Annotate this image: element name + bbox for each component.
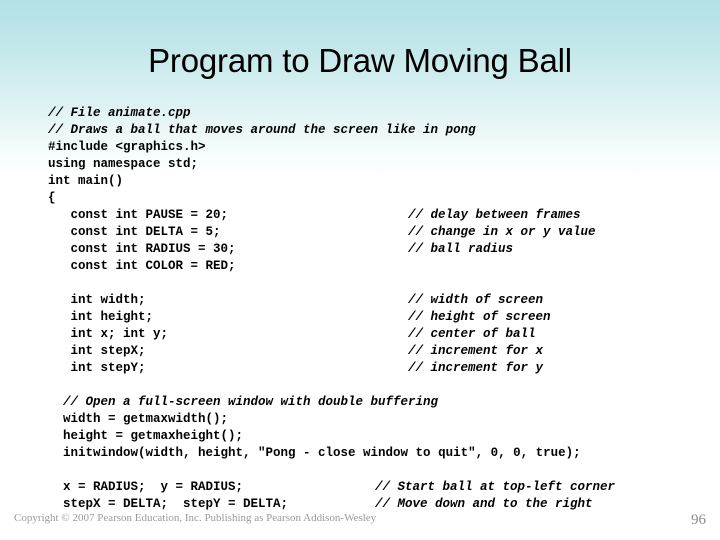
code-inline-comment: // increment for x	[408, 344, 544, 358]
code-source-text: int height;	[48, 310, 154, 324]
code-line: using namespace std;	[48, 156, 708, 173]
code-line: // Draws a ball that moves around the sc…	[48, 122, 708, 139]
code-line: stepX = DELTA; stepY = DELTA; // Move dow…	[48, 496, 708, 513]
code-line: const int COLOR = RED;	[48, 258, 708, 275]
code-source-text: int main()	[48, 174, 124, 188]
slide-footer: Copyright © 2007 Pearson Education, Inc.…	[0, 512, 720, 540]
code-line: int main()	[48, 173, 708, 190]
code-line: int stepY; // increment for y	[48, 360, 708, 377]
code-line: width = getmaxwidth();	[48, 411, 708, 428]
copyright-notice: Copyright © 2007 Pearson Education, Inc.…	[14, 512, 377, 524]
code-line: #include <graphics.h>	[48, 139, 708, 156]
code-listing: // File animate.cpp // Draws a ball that …	[48, 105, 708, 513]
page-title: Program to Draw Moving Ball	[148, 42, 572, 79]
code-inline-comment: // delay between frames	[408, 208, 581, 222]
code-inline-comment: // increment for y	[408, 361, 544, 375]
code-inline-comment: // ball radius	[408, 242, 514, 256]
page-number: 96	[691, 512, 706, 528]
code-line: initwindow(width, height, "Pong - close …	[48, 445, 708, 462]
code-comment-text: // Open a full-screen window with double…	[48, 395, 439, 409]
slide-canvas: Program to Draw Moving Ball // File anim…	[0, 0, 720, 540]
code-source-text: int stepY;	[48, 361, 146, 375]
code-line: const int RADIUS = 30; // ball radius	[48, 241, 708, 258]
code-line: x = RADIUS; y = RADIUS; // Start ball at …	[48, 479, 708, 496]
code-source-text: {	[48, 191, 56, 205]
code-comment-text: // File animate.cpp	[48, 106, 191, 120]
code-inline-comment: // change in x or y value	[408, 225, 596, 239]
code-source-text: const int PAUSE = 20;	[48, 208, 229, 222]
code-inline-comment: // width of screen	[408, 293, 544, 307]
code-source-text: using namespace std;	[48, 157, 199, 171]
code-source-text: width = getmaxwidth();	[48, 412, 229, 426]
code-line: int width; // width of screen	[48, 292, 708, 309]
code-line: const int PAUSE = 20; // delay between fr…	[48, 207, 708, 224]
code-line: {	[48, 190, 708, 207]
code-source-text: x = RADIUS; y = RADIUS;	[48, 480, 244, 494]
code-source-text: stepX = DELTA; stepY = DELTA;	[48, 497, 289, 511]
code-inline-comment: // Start ball at top-left corner	[375, 480, 616, 494]
code-source-text: const int RADIUS = 30;	[48, 242, 236, 256]
code-source-text: const int COLOR = RED;	[48, 259, 236, 273]
code-line: int height; // height of screen	[48, 309, 708, 326]
code-comment-text: // Draws a ball that moves around the sc…	[48, 123, 476, 137]
code-line: // Open a full-screen window with double…	[48, 394, 708, 411]
code-line: // File animate.cpp	[48, 105, 708, 122]
code-source-text: #include <graphics.h>	[48, 140, 206, 154]
code-source-text: int x; int y;	[48, 327, 169, 341]
code-source-text: const int DELTA = 5;	[48, 225, 221, 239]
code-line: int x; int y; // center of ball	[48, 326, 708, 343]
code-line: const int DELTA = 5; // change in x or y …	[48, 224, 708, 241]
code-line: height = getmaxheight();	[48, 428, 708, 445]
code-inline-comment: // Move down and to the right	[375, 497, 593, 511]
code-source-text: int stepX;	[48, 344, 146, 358]
code-line: int stepX; // increment for x	[48, 343, 708, 360]
code-source-text: initwindow(width, height, "Pong - close …	[48, 446, 581, 460]
code-source-text: int width;	[48, 293, 146, 307]
code-source-text: height = getmaxheight();	[48, 429, 244, 443]
code-inline-comment: // height of screen	[408, 310, 551, 324]
code-inline-comment: // center of ball	[408, 327, 536, 341]
